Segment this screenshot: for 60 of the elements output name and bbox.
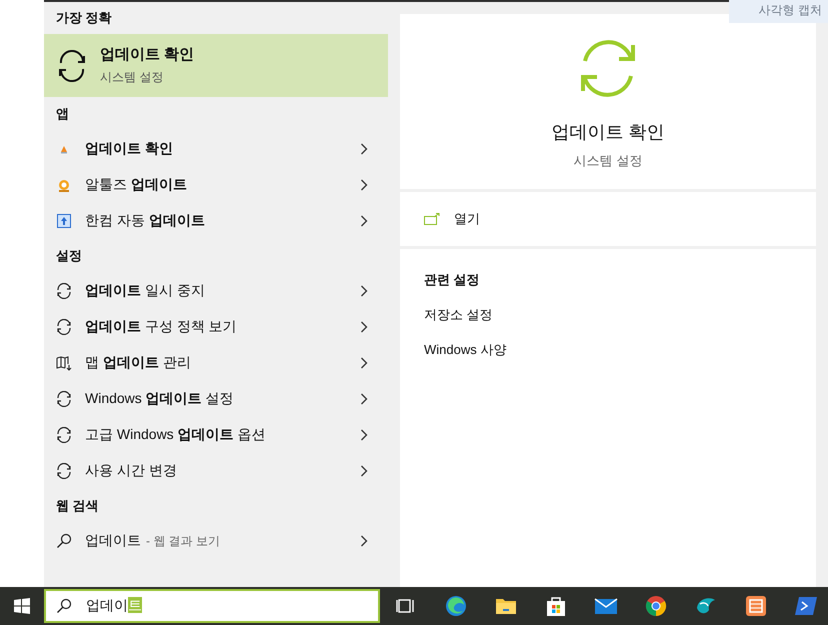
result-label: 맵 업데이트 관리 <box>85 354 191 372</box>
best-match-item[interactable]: 업데이트 확인 시스템 설정 <box>44 34 388 97</box>
result-item[interactable]: Windows 업데이트 설정 <box>44 381 388 417</box>
result-label: 고급 Windows 업데이트 옵션 <box>85 426 266 444</box>
result-item[interactable]: 업데이트 일시 중지 <box>44 273 388 309</box>
result-item[interactable]: 업데이트 확인 <box>44 131 388 167</box>
search-icon <box>56 598 72 614</box>
result-label: 업데이트 <box>85 532 141 550</box>
app-icon[interactable] <box>744 594 768 618</box>
sync-icon <box>56 463 72 479</box>
chevron-icon <box>360 429 368 441</box>
result-label: 한컴 자동 업데이트 <box>85 212 205 230</box>
result-item[interactable]: 고급 Windows 업데이트 옵션 <box>44 417 388 453</box>
chevron-icon <box>360 215 368 227</box>
related-link[interactable]: Windows 사양 <box>424 341 506 359</box>
sync-icon <box>56 391 72 407</box>
result-item[interactable]: 맵 업데이트 관리 <box>44 345 388 381</box>
section-header: 설정 <box>55 247 83 265</box>
search-field[interactable]: 업데이 트 <box>44 589 380 624</box>
browser-icon[interactable] <box>444 594 468 618</box>
result-item[interactable]: 사용 시간 변경 <box>44 453 388 489</box>
chevron-icon <box>360 285 368 297</box>
chevron-icon <box>360 143 368 155</box>
related-link[interactable]: 저장소 설정 <box>424 306 493 324</box>
chevron-icon <box>360 321 368 333</box>
section-header: 웹 검색 <box>55 497 100 515</box>
section-header: 가장 정확 <box>55 9 113 27</box>
sync-icon <box>56 319 72 335</box>
result-item[interactable]: 업데이트 구성 정책 보기 <box>44 309 388 345</box>
chevron-icon <box>360 393 368 405</box>
result-label: 업데이트 확인 <box>85 140 173 158</box>
result-label: 사용 시간 변경 <box>85 462 177 480</box>
sync-icon <box>56 50 88 82</box>
mascot-app-icon <box>56 177 72 193</box>
browser-icon[interactable] <box>644 594 668 618</box>
sync-icon <box>56 427 72 443</box>
open-icon <box>424 213 440 225</box>
windows-logo-icon[interactable] <box>14 598 30 614</box>
sync-icon <box>56 283 72 299</box>
result-item[interactable]: 업데이트 - 웹 결과 보기 <box>44 523 388 559</box>
result-item[interactable]: 한컴 자동 업데이트 <box>44 203 388 239</box>
result-label: 업데이트 구성 정책 보기 <box>85 318 237 336</box>
result-hint: - 웹 결과 보기 <box>146 532 220 550</box>
result-label: 업데이트 일시 중지 <box>85 282 205 300</box>
search-icon <box>56 533 72 549</box>
detail-title: 업데이트 확인 <box>551 121 664 144</box>
section-header: 앱 <box>55 105 70 123</box>
chevron-icon <box>360 179 368 191</box>
related-header: 관련 설정 <box>424 271 480 289</box>
open-button[interactable]: 열기 <box>424 210 480 228</box>
result-label: Windows 업데이트 설정 <box>85 390 234 408</box>
chevron-icon <box>360 465 368 477</box>
chevron-icon <box>360 357 368 369</box>
background-tooltip: 사각형 캡처 <box>728 0 828 23</box>
map-icon <box>56 355 72 371</box>
result-label: 알툴즈 업데이트 <box>85 176 187 194</box>
update-app-icon <box>56 213 72 229</box>
detail-subtitle: 시스템 설정 <box>574 152 642 170</box>
chevron-icon <box>360 535 368 547</box>
result-item[interactable]: 알툴즈 업데이트 <box>44 167 388 203</box>
